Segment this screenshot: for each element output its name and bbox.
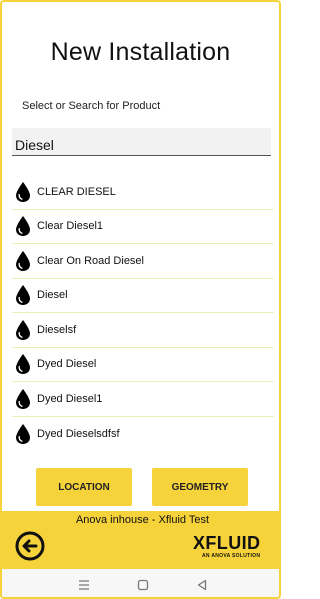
system-back-button[interactable]: [195, 578, 209, 592]
footer-bar: Anova inhouse - Xfluid Test XFLUID AN AN…: [2, 511, 279, 569]
logo-wordmark: XFLUID: [193, 533, 261, 553]
product-label: Dyed Dieselsdfsf: [37, 427, 120, 440]
page-subtitle: Select or Search for Product: [22, 100, 161, 112]
product-label: CLEAR DIESEL: [37, 185, 116, 198]
home-square-icon: [137, 579, 148, 591]
page-title: New Installation: [50, 38, 231, 66]
geometry-button[interactable]: GEOMETRY: [152, 468, 248, 506]
footer-caption: Anova inhouse - Xfluid Test: [75, 514, 210, 526]
drop-icon: [14, 388, 32, 410]
drop-icon: [14, 250, 32, 272]
back-triangle-icon: [197, 579, 206, 591]
product-label: Clear Diesel1: [37, 220, 104, 233]
product-list-item[interactable]: Dyed Diesel: [12, 348, 274, 382]
product-list-item[interactable]: Dyed Dieselsdfsf: [12, 417, 274, 452]
location-button[interactable]: LOCATION: [36, 468, 132, 506]
logo-tagline: AN ANOVA SOLUTION: [202, 553, 261, 559]
product-label: Dyed Diesel1: [37, 392, 103, 405]
system-nav-bar: [2, 569, 279, 597]
app-frame: New Installation Select or Search for Pr…: [0, 0, 281, 599]
recents-button[interactable]: [77, 578, 91, 592]
product-list-item[interactable]: Dyed Diesel1: [12, 382, 274, 417]
drop-icon: [14, 215, 32, 237]
product-search-input[interactable]: [12, 128, 271, 156]
back-button[interactable]: [15, 531, 45, 561]
xfluid-logo: XFLUID AN ANOVA SOLUTION: [193, 533, 271, 563]
product-list-item[interactable]: CLEAR DIESEL: [12, 175, 274, 210]
drop-icon: [14, 181, 32, 203]
product-list-item[interactable]: Diesel: [12, 279, 274, 313]
drop-icon: [14, 319, 32, 341]
product-label: Dyed Diesel: [37, 358, 97, 371]
product-list: CLEAR DIESEL Clear Diesel1 Clear On Road D…: [12, 175, 274, 451]
drop-icon: [14, 423, 32, 445]
product-list-item[interactable]: Clear Diesel1: [12, 210, 274, 244]
product-label: Dieselsf: [37, 323, 77, 336]
back-arrow-icon: [15, 531, 45, 561]
menu-icon: [78, 580, 89, 590]
product-list-item[interactable]: Dieselsf: [12, 313, 274, 348]
product-label: Clear On Road Diesel: [37, 254, 144, 267]
product-label: Diesel: [37, 289, 68, 302]
home-button[interactable]: [136, 578, 150, 592]
product-list-item[interactable]: Clear On Road Diesel: [12, 244, 274, 279]
drop-icon: [14, 353, 32, 375]
drop-icon: [14, 284, 32, 306]
